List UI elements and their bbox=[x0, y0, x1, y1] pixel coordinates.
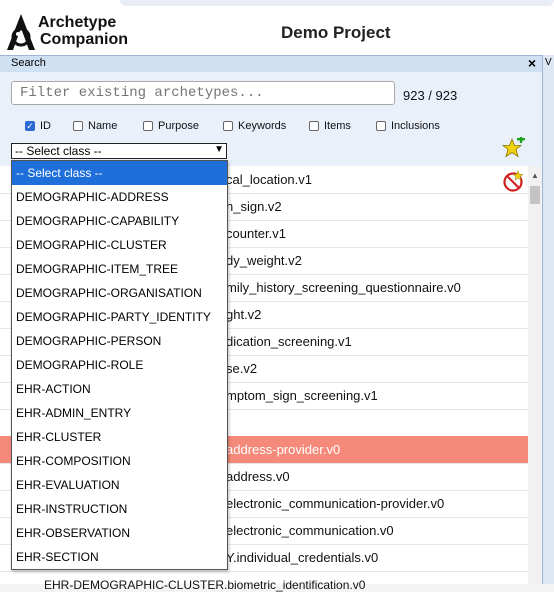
top-bar: Archetype Companion Demo Project bbox=[0, 0, 554, 56]
logo-text-line1: Archetype bbox=[38, 14, 117, 31]
checkbox-id[interactable]: ✓ ID bbox=[25, 119, 51, 133]
dropdown-option[interactable]: EHR-SECTION bbox=[12, 545, 227, 569]
search-panel-title: Search bbox=[11, 57, 46, 69]
checkbox-items[interactable]: Items bbox=[309, 119, 351, 133]
checkbox-label: Keywords bbox=[238, 120, 287, 132]
checkbox-box[interactable] bbox=[73, 121, 83, 131]
checkbox-label: Inclusions bbox=[391, 120, 440, 132]
dropdown-option[interactable]: EHR-ACTION bbox=[12, 377, 227, 401]
checkbox-box[interactable]: ✓ bbox=[25, 121, 35, 131]
star-add-icon[interactable] bbox=[501, 137, 525, 159]
dropdown-option[interactable]: EHR-ADMIN_ENTRY bbox=[12, 401, 227, 425]
dropdown-option[interactable]: DEMOGRAPHIC-ROLE bbox=[12, 353, 227, 377]
checkbox-keywords[interactable]: Keywords bbox=[223, 119, 286, 133]
dropdown-option[interactable]: DEMOGRAPHIC-ORGANISATION bbox=[12, 281, 227, 305]
project-title: Demo Project bbox=[281, 23, 391, 42]
side-panel-edge: V bbox=[542, 55, 554, 584]
checkbox-label: Purpose bbox=[158, 120, 199, 132]
archetype-logo-icon bbox=[7, 14, 35, 50]
checkbox-name[interactable]: Name bbox=[73, 119, 117, 133]
no-entry-icon[interactable] bbox=[502, 170, 524, 192]
top-tab-strip bbox=[120, 0, 554, 6]
search-panel-header: Search × bbox=[0, 55, 542, 72]
dropdown-option[interactable]: EHR-OBSERVATION bbox=[12, 521, 227, 545]
checkbox-label: ID bbox=[40, 120, 51, 132]
dropdown-option[interactable]: EHR-EVALUATION bbox=[12, 473, 227, 497]
dropdown-option[interactable]: DEMOGRAPHIC-CLUSTER bbox=[12, 233, 227, 257]
dropdown-option[interactable]: DEMOGRAPHIC-PARTY_IDENTITY bbox=[12, 305, 227, 329]
class-dropdown-list: -- Select class -- DEMOGRAPHIC-ADDRESS D… bbox=[11, 160, 228, 570]
dropdown-option[interactable]: -- Select class -- bbox=[12, 161, 227, 185]
close-icon[interactable]: × bbox=[528, 55, 536, 71]
checkbox-inclusions[interactable]: Inclusions bbox=[376, 119, 440, 133]
checkbox-box[interactable] bbox=[376, 121, 386, 131]
class-select-value: -- Select class -- bbox=[15, 144, 102, 158]
checkbox-label: Items bbox=[324, 120, 351, 132]
dropdown-option[interactable]: DEMOGRAPHIC-PERSON bbox=[12, 329, 227, 353]
dropdown-option[interactable]: EHR-INSTRUCTION bbox=[12, 497, 227, 521]
dropdown-option[interactable]: DEMOGRAPHIC-ITEM_TREE bbox=[12, 257, 227, 281]
checkbox-label: Name bbox=[88, 120, 118, 132]
checkbox-box[interactable] bbox=[143, 121, 153, 131]
logo-text-line2: Companion bbox=[40, 31, 128, 48]
scroll-up-icon[interactable]: ▲ bbox=[531, 171, 539, 180]
class-select[interactable]: -- Select class -- ▼ bbox=[11, 143, 227, 159]
chevron-down-icon: ▼ bbox=[214, 144, 224, 155]
dropdown-option[interactable]: EHR-CLUSTER bbox=[12, 425, 227, 449]
checkbox-purpose[interactable]: Purpose bbox=[143, 119, 199, 133]
checkbox-box[interactable] bbox=[223, 121, 233, 131]
dropdown-option[interactable]: DEMOGRAPHIC-CAPABILITY bbox=[12, 209, 227, 233]
dropdown-option[interactable]: DEMOGRAPHIC-ADDRESS bbox=[12, 185, 227, 209]
result-count: 923 / 923 bbox=[403, 88, 458, 103]
filter-input[interactable] bbox=[11, 81, 395, 105]
scrollbar-thumb[interactable] bbox=[530, 186, 540, 204]
list-scrollbar[interactable] bbox=[528, 166, 542, 584]
list-item-partial[interactable]: EHR-DEMOGRAPHIC-CLUSTER.biometric_identi… bbox=[44, 578, 365, 592]
checkbox-box[interactable] bbox=[309, 121, 319, 131]
dropdown-option[interactable]: EHR-COMPOSITION bbox=[12, 449, 227, 473]
